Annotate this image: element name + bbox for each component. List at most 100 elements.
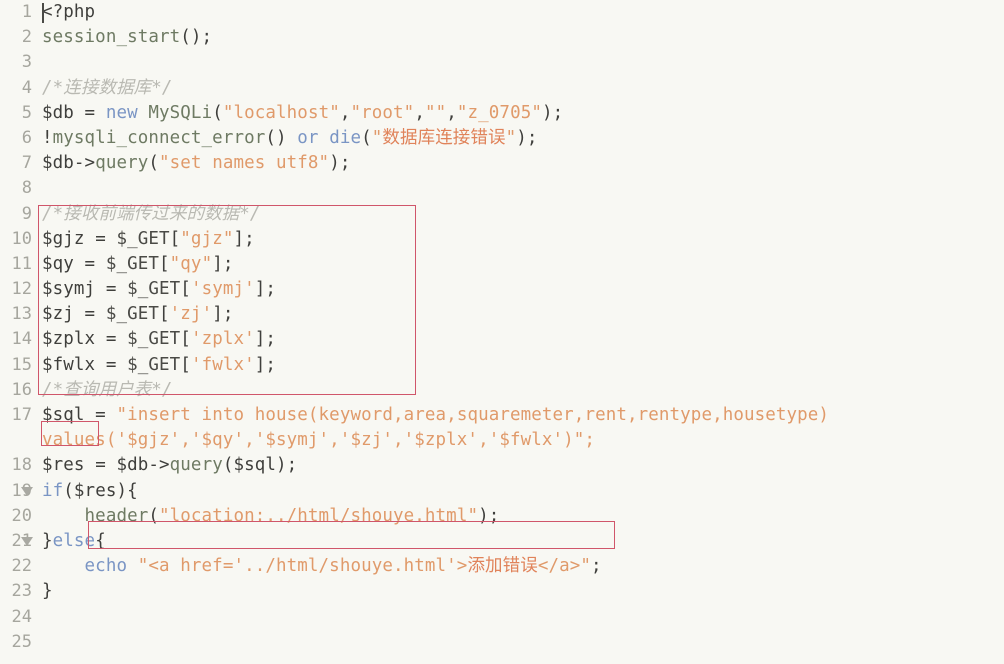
line-number-gutter[interactable]: 1 2 3 4 5 6 7 8 9 10 11 12 13 14 15 16 17 18 19 20 21 22 23 24 2… bbox=[0, 0, 38, 664]
code-line[interactable] bbox=[42, 605, 1004, 630]
token-cjk-comment: 连接数据库 bbox=[63, 77, 152, 98]
code-line[interactable]: $zplx = $_GET['zplx']; bbox=[42, 327, 1004, 352]
token-string: 'zplx' bbox=[190, 329, 255, 350]
line-number: 22 bbox=[11, 556, 32, 577]
token-plain: [ bbox=[180, 329, 191, 350]
token-plain: } bbox=[42, 530, 53, 551]
token-plain: } bbox=[42, 581, 53, 602]
token-func: session_start bbox=[42, 27, 181, 48]
token-plain: $zplx bbox=[42, 329, 106, 350]
token-plain: $qy bbox=[42, 253, 85, 274]
token-var: $_GET bbox=[127, 279, 181, 300]
token-cjk: 添加错误 bbox=[467, 556, 538, 577]
code-line[interactable]: } bbox=[42, 579, 1004, 604]
token-plain: = bbox=[105, 354, 128, 375]
line-number: 23 bbox=[11, 581, 32, 602]
token-plain: ! bbox=[42, 127, 53, 148]
code-line[interactable]: echo "<a href='../html/shouye.html'>添加错误… bbox=[42, 554, 1004, 579]
token-cjk-comment: 接收前端传过来的数据 bbox=[63, 203, 240, 224]
line-number-wrap bbox=[0, 428, 38, 453]
code-line[interactable] bbox=[42, 50, 1004, 75]
code-content-area[interactable]: <?php session_start(); /*连接数据库*/$db = new… bbox=[38, 0, 1004, 664]
token-plain: $zj bbox=[42, 304, 85, 325]
code-line[interactable]: /*接收前端传过来的数据*/ bbox=[42, 202, 1004, 227]
code-editor[interactable]: 1 2 3 4 5 6 7 8 9 10 11 12 13 14 15 16 17 18 19 20 21 22 23 24 2… bbox=[0, 0, 1004, 664]
token-plain: [ bbox=[180, 354, 191, 375]
token-string: " bbox=[371, 127, 383, 148]
token-plain: (); bbox=[180, 27, 213, 48]
code-line[interactable]: }else{ bbox=[42, 529, 1004, 554]
token-plain: $db-> bbox=[116, 455, 170, 476]
token-plain: $res bbox=[42, 455, 96, 476]
token-keyword: or bbox=[297, 127, 319, 148]
line-number: 20 bbox=[11, 505, 32, 526]
token-cjk-comment: 查询用户表 bbox=[63, 379, 152, 400]
token-plain: ( bbox=[148, 505, 160, 526]
token-string: "" bbox=[424, 102, 447, 123]
token-plain: = bbox=[95, 228, 117, 249]
token-plain: $db-> bbox=[42, 153, 96, 174]
token-func: query bbox=[95, 153, 149, 174]
code-line[interactable]: session_start(); bbox=[42, 25, 1004, 50]
token-keyword: echo bbox=[84, 556, 128, 577]
token-string: "set names utf8" bbox=[159, 153, 330, 174]
token-comment: */ bbox=[151, 77, 173, 98]
token-plain: ]; bbox=[212, 304, 234, 325]
token-plain: { bbox=[95, 530, 106, 551]
fold-toggle-21[interactable] bbox=[20, 529, 34, 554]
token-func: query bbox=[169, 455, 223, 476]
code-line[interactable]: $res = $db->query($sql); bbox=[42, 453, 1004, 478]
token-plain: ]; bbox=[233, 228, 255, 249]
token-string: "z_0705" bbox=[456, 102, 542, 123]
code-line[interactable]: !mysqli_connect_error() or die("数据库连接错误"… bbox=[42, 126, 1004, 151]
token-var: $_GET bbox=[105, 253, 160, 274]
code-line[interactable]: $symj = $_GET['symj']; bbox=[42, 277, 1004, 302]
line-number: 4 bbox=[21, 77, 32, 98]
chevron-down-icon bbox=[21, 486, 33, 496]
code-line[interactable] bbox=[42, 630, 1004, 655]
code-line[interactable]: $qy = $_GET["qy"]; bbox=[42, 252, 1004, 277]
code-line[interactable]: $db->query("set names utf8"); bbox=[42, 151, 1004, 176]
token-plain: [ bbox=[159, 253, 170, 274]
token-var: $_GET bbox=[127, 354, 181, 375]
code-line[interactable]: $sql = "insert into house(keyword,area,s… bbox=[42, 403, 1004, 428]
token-var: $_GET bbox=[105, 304, 160, 325]
token-string: 'symj' bbox=[190, 279, 255, 300]
code-line[interactable]: $gjz = $_GET["gjz"]; bbox=[42, 227, 1004, 252]
token-string: "qy" bbox=[169, 253, 213, 274]
line-number: 14 bbox=[11, 329, 32, 350]
token-plain: = bbox=[105, 279, 128, 300]
code-line[interactable]: <?php bbox=[42, 0, 1004, 25]
token-keyword: die bbox=[329, 127, 362, 148]
code-line[interactable]: $db = new MySQLi("localhost","root","","… bbox=[42, 101, 1004, 126]
token-plain: = bbox=[84, 102, 106, 123]
token-func: mysqli_connect_error bbox=[52, 127, 266, 148]
line-number: 5 bbox=[21, 102, 32, 123]
code-line[interactable]: if($res){ bbox=[42, 479, 1004, 504]
token-plain: , bbox=[339, 102, 351, 123]
fold-toggle-19[interactable] bbox=[20, 479, 34, 504]
token-class: MySQLi bbox=[148, 102, 213, 123]
code-line[interactable] bbox=[42, 176, 1004, 201]
code-line[interactable]: header("location:../html/shouye.html"); bbox=[42, 504, 1004, 529]
token-plain: <?php bbox=[42, 2, 96, 22]
token-plain: $sql bbox=[42, 405, 85, 425]
token-plain: $symj bbox=[42, 279, 106, 300]
text-caret bbox=[42, 3, 44, 23]
code-line[interactable]: $zj = $_GET['zj']; bbox=[42, 302, 1004, 327]
code-line[interactable]: /*连接数据库*/ bbox=[42, 76, 1004, 101]
token-string: 'zj' bbox=[169, 304, 213, 325]
code-line-list[interactable]: <?php session_start(); /*连接数据库*/$db = new… bbox=[42, 0, 1004, 655]
code-line[interactable]: /*查询用户表*/ bbox=[42, 378, 1004, 403]
code-line-wrapped[interactable]: values('$gjz','$qy','$symj','$zj','$zplx… bbox=[42, 428, 1004, 453]
token-string: " bbox=[505, 127, 517, 148]
line-number: 17 bbox=[11, 405, 32, 425]
token-plain: $fwlx bbox=[42, 354, 106, 375]
code-line[interactable]: $fwlx = $_GET['fwlx']; bbox=[42, 353, 1004, 378]
token-string: "gjz" bbox=[180, 228, 234, 249]
line-number: 18 bbox=[11, 455, 32, 476]
token-comment: /* bbox=[42, 203, 64, 224]
